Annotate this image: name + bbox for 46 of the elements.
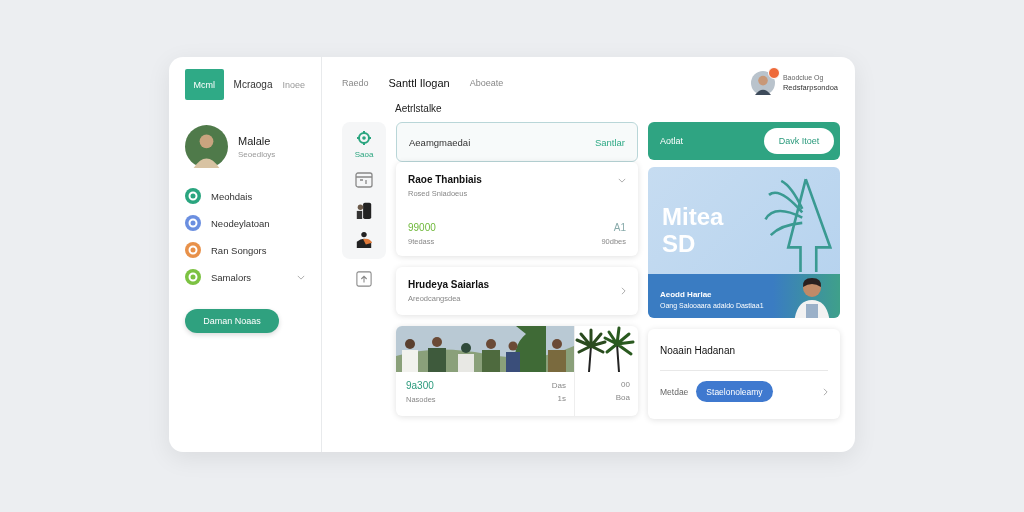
nav-item[interactable]: Samalors	[185, 269, 305, 285]
stat-value: 99000	[408, 222, 436, 233]
upload-icon[interactable]	[356, 271, 372, 287]
stat-label: 1s	[557, 394, 566, 403]
chevron-down-icon[interactable]	[618, 178, 626, 183]
palm-tree-icon	[575, 326, 635, 372]
stat-value: 9a300	[406, 380, 435, 391]
hero-title: SD	[662, 230, 697, 257]
chevron-right-icon	[621, 287, 626, 295]
profile-subtitle: Seoedloys	[238, 149, 276, 159]
banner-label: Aotlat	[660, 136, 683, 146]
hero-title: Mitea	[662, 204, 724, 231]
avatar-icon	[185, 125, 228, 168]
tab[interactable]: Inoee	[282, 79, 305, 90]
hero-subtitle: Aeodd Harlae	[660, 289, 713, 299]
chevron-down-icon	[297, 274, 305, 280]
search-button[interactable]: Santlar	[594, 136, 625, 148]
primary-button[interactable]: Daman Noaas	[185, 309, 279, 333]
chevron-right-icon[interactable]	[823, 387, 828, 396]
stat-label: Boa	[615, 393, 630, 402]
search-field[interactable]: Aeamgmaedai Santlar	[396, 122, 638, 162]
tab[interactable]: Mcraoga	[233, 79, 273, 90]
stat-value: A1	[613, 222, 626, 233]
calendar-icon[interactable]	[355, 171, 373, 189]
section-title: Aetrlstalke	[395, 103, 443, 114]
card-title: Hrudeya Saiarlas	[408, 279, 490, 290]
tab[interactable]: Mcml	[185, 69, 224, 100]
info-label: Metdae	[660, 386, 689, 397]
banner-button[interactable]: Davk Itoet	[764, 128, 834, 154]
nav-item[interactable]: Meohdais	[185, 188, 305, 204]
rail-item[interactable]: Saoa	[354, 130, 374, 159]
tree-illustration-icon	[762, 177, 832, 274]
figure-icon[interactable]	[355, 201, 373, 219]
tab[interactable]: Santtl Ilogan	[388, 77, 450, 89]
tab[interactable]: Raedo	[342, 78, 369, 88]
stat-value: Das	[551, 381, 566, 390]
profile-name: Malale	[238, 134, 272, 147]
nav-item[interactable]: Neodeylatoan	[185, 215, 305, 231]
tag-chip[interactable]: Staelonoleamy	[696, 381, 773, 402]
card-title: Raoe Thanbiais	[408, 174, 482, 185]
card-title: Noaain Hadanan	[660, 345, 828, 371]
figure-icon[interactable]	[355, 231, 373, 249]
avatar-icon[interactable]	[750, 71, 775, 95]
tab[interactable]: Aboeate	[469, 78, 504, 88]
nav-item[interactable]: Ran Songors	[185, 242, 305, 258]
stat-value: 00	[621, 380, 630, 389]
